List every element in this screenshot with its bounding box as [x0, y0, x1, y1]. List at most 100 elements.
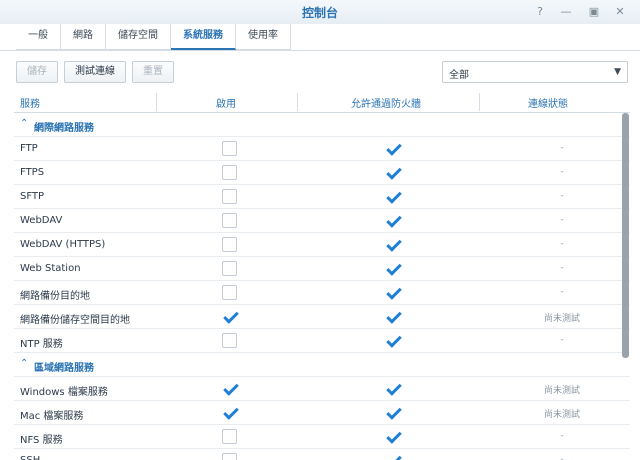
- tab-system-services[interactable]: 系統服務: [171, 24, 236, 50]
- enable-checkbox[interactable]: [222, 189, 237, 204]
- tab-bar: 一般 網路 儲存空間 系統服務 使用率: [16, 24, 291, 50]
- collapse-chevron-icon[interactable]: ⌃: [20, 358, 28, 369]
- service-name: NTP 服務: [20, 339, 63, 350]
- firewall-checkbox[interactable]: [385, 261, 400, 276]
- services-table: 服務 啟用 允許通過防火牆 連線狀態 ⌃ 網際網路服務 FTP - FTPS - SFTP -…: [14, 91, 630, 460]
- enable-checkbox[interactable]: [222, 165, 237, 180]
- column-divider: [479, 93, 480, 111]
- table-row: FTP -: [14, 137, 630, 161]
- enable-checkbox[interactable]: [222, 453, 237, 460]
- firewall-checkbox[interactable]: [385, 381, 400, 396]
- enable-checkbox[interactable]: [222, 405, 237, 420]
- service-name: FTP: [20, 143, 38, 154]
- enable-checkbox[interactable]: [222, 381, 237, 396]
- table-row: Web Station -: [14, 257, 630, 281]
- tab-network[interactable]: 網路: [61, 24, 106, 50]
- table-row: WebDAV (HTTPS) -: [14, 233, 630, 257]
- maximize-icon[interactable]: ▣: [586, 4, 602, 20]
- title-bar: 控制台 ? — ▣ ✕: [0, 0, 640, 24]
- service-name: NFS 服務: [20, 435, 63, 446]
- firewall-checkbox[interactable]: [385, 141, 400, 156]
- tab-divider: [0, 50, 640, 51]
- enable-checkbox[interactable]: [222, 237, 237, 252]
- firewall-checkbox[interactable]: [385, 309, 400, 324]
- connection-status: -: [560, 455, 564, 460]
- close-icon[interactable]: ✕: [612, 4, 628, 20]
- firewall-checkbox[interactable]: [385, 237, 400, 252]
- tab-storage[interactable]: 儲存空間: [106, 24, 171, 50]
- service-name: WebDAV: [20, 215, 63, 226]
- service-name: 網路備份儲存空間目的地: [20, 315, 130, 326]
- help-icon[interactable]: ?: [532, 4, 548, 20]
- group-header: ⌃ 區域網路服務: [14, 353, 630, 377]
- firewall-checkbox[interactable]: [385, 189, 400, 204]
- minimize-icon[interactable]: —: [558, 4, 574, 20]
- connection-status: -: [560, 335, 564, 345]
- service-name: Windows 檔案服務: [20, 387, 108, 398]
- connection-status: -: [560, 215, 564, 225]
- connection-status: -: [560, 143, 564, 153]
- group-label: 區域網路服務: [34, 363, 94, 374]
- table-row: SFTP -: [14, 185, 630, 209]
- enable-checkbox[interactable]: [222, 141, 237, 156]
- column-enabled[interactable]: 啟用: [216, 95, 236, 110]
- service-name: SFTP: [20, 191, 45, 202]
- table-header: 服務 啟用 允許通過防火牆 連線狀態: [14, 91, 630, 113]
- service-name: Mac 檔案服務: [20, 411, 84, 422]
- column-divider: [156, 93, 157, 111]
- column-service[interactable]: 服務: [20, 95, 40, 110]
- reset-button[interactable]: 重置: [132, 61, 174, 83]
- table-row: NTP 服務 -: [14, 329, 630, 353]
- firewall-checkbox[interactable]: [385, 429, 400, 444]
- firewall-checkbox[interactable]: [385, 453, 400, 460]
- scrollbar[interactable]: [622, 113, 629, 358]
- firewall-checkbox[interactable]: [385, 333, 400, 348]
- firewall-checkbox[interactable]: [385, 405, 400, 420]
- filter-select[interactable]: 全部 ▼: [442, 61, 628, 83]
- service-name: SSH: [20, 455, 40, 460]
- table-row: Windows 檔案服務 尚未測試: [14, 377, 630, 401]
- enable-checkbox[interactable]: [222, 429, 237, 444]
- table-row: SSH -: [14, 449, 630, 460]
- firewall-checkbox[interactable]: [385, 213, 400, 228]
- firewall-checkbox[interactable]: [385, 285, 400, 300]
- table-row: WebDAV -: [14, 209, 630, 233]
- enable-checkbox[interactable]: [222, 333, 237, 348]
- filter-value: 全部: [449, 70, 469, 81]
- service-name: Web Station: [20, 263, 81, 274]
- table-row: NFS 服務 -: [14, 425, 630, 449]
- enable-checkbox[interactable]: [222, 261, 237, 276]
- service-name: 網路備份目的地: [20, 291, 90, 302]
- tab-general[interactable]: 一般: [16, 24, 61, 50]
- test-connection-button[interactable]: 測試連線: [64, 61, 126, 83]
- connection-status: -: [560, 191, 564, 201]
- enable-checkbox[interactable]: [222, 309, 237, 324]
- toolbar: 儲存 測試連線 重置: [16, 61, 174, 83]
- collapse-chevron-icon[interactable]: ⌃: [20, 118, 28, 129]
- connection-status: 尚未測試: [543, 314, 580, 324]
- connection-status: -: [560, 263, 564, 273]
- chevron-down-icon: ▼: [614, 67, 621, 77]
- connection-status: -: [560, 431, 564, 441]
- enable-checkbox[interactable]: [222, 213, 237, 228]
- firewall-checkbox[interactable]: [385, 165, 400, 180]
- column-status[interactable]: 連線狀態: [528, 95, 568, 110]
- tab-usage[interactable]: 使用率: [236, 24, 291, 50]
- save-button[interactable]: 儲存: [16, 61, 58, 83]
- service-name: FTPS: [20, 167, 45, 178]
- table-row: 網路備份目的地 -: [14, 281, 630, 305]
- connection-status: -: [560, 239, 564, 249]
- table-row: Mac 檔案服務 尚未測試: [14, 401, 630, 425]
- connection-status: 尚未測試: [543, 410, 580, 420]
- table-row: FTPS -: [14, 161, 630, 185]
- table-row: 網路備份儲存空間目的地 尚未測試: [14, 305, 630, 329]
- connection-status: 尚未測試: [543, 386, 580, 396]
- enable-checkbox[interactable]: [222, 285, 237, 300]
- connection-status: -: [560, 167, 564, 177]
- group-header: ⌃ 網際網路服務: [14, 113, 630, 137]
- column-divider: [297, 93, 298, 111]
- service-name: WebDAV (HTTPS): [20, 239, 106, 250]
- connection-status: -: [560, 287, 564, 297]
- group-label: 網際網路服務: [34, 123, 94, 134]
- column-firewall[interactable]: 允許通過防火牆: [351, 95, 421, 110]
